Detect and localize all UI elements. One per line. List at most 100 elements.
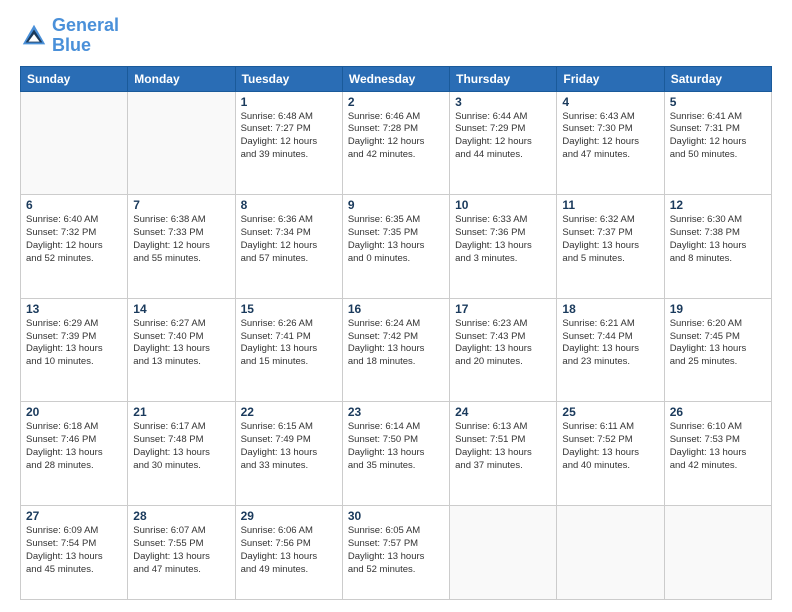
cell-details: Sunrise: 6:10 AM Sunset: 7:53 PM Dayligh… [670,421,766,472]
weekday-header-friday: Friday [557,66,664,91]
weekday-header-monday: Monday [128,66,235,91]
week-row-4: 20 Sunrise: 6:18 AM Sunset: 7:46 PM Dayli… [21,402,772,506]
day-number: 28 [133,509,229,523]
calendar-cell: 28Sunrise: 6:07 AM Sunset: 7:55 PM Dayli… [128,506,235,600]
cell-details: Sunrise: 6:17 AM Sunset: 7:48 PM Dayligh… [133,421,229,472]
cell-details: Sunrise: 6:48 AM Sunset: 7:27 PM Dayligh… [241,111,337,162]
calendar-cell: 23 Sunrise: 6:14 AM Sunset: 7:50 PM Dayli… [342,402,449,506]
day-number: 19 [670,302,766,316]
day-number: 7 [133,198,229,212]
day-number: 26 [670,405,766,419]
cell-details: Sunrise: 6:20 AM Sunset: 7:45 PM Dayligh… [670,318,766,369]
calendar-cell [557,506,664,600]
calendar-cell: 2Sunrise: 6:46 AM Sunset: 7:28 PM Daylig… [342,91,449,195]
week-row-2: 6 Sunrise: 6:40 AM Sunset: 7:32 PM Daylig… [21,195,772,299]
day-number: 9 [348,198,444,212]
day-number: 3 [455,95,551,109]
cell-details: Sunrise: 6:11 AM Sunset: 7:52 PM Dayligh… [562,421,658,472]
day-number: 11 [562,198,658,212]
day-number: 18 [562,302,658,316]
day-number: 10 [455,198,551,212]
calendar: SundayMondayTuesdayWednesdayThursdayFrid… [20,66,772,600]
weekday-header-wednesday: Wednesday [342,66,449,91]
calendar-cell: 4 Sunrise: 6:43 AM Sunset: 7:30 PM Daylig… [557,91,664,195]
calendar-cell: 22 Sunrise: 6:15 AM Sunset: 7:49 PM Dayli… [235,402,342,506]
cell-details: Sunrise: 6:06 AM Sunset: 7:56 PM Dayligh… [241,525,337,576]
cell-details: Sunrise: 6:40 AM Sunset: 7:32 PM Dayligh… [26,214,122,265]
calendar-cell: 1 Sunrise: 6:48 AM Sunset: 7:27 PM Daylig… [235,91,342,195]
calendar-cell: 7Sunrise: 6:38 AM Sunset: 7:33 PM Daylig… [128,195,235,299]
day-number: 5 [670,95,766,109]
cell-details: Sunrise: 6:32 AM Sunset: 7:37 PM Dayligh… [562,214,658,265]
day-number: 17 [455,302,551,316]
cell-details: Sunrise: 6:13 AM Sunset: 7:51 PM Dayligh… [455,421,551,472]
cell-details: Sunrise: 6:26 AM Sunset: 7:41 PM Dayligh… [241,318,337,369]
cell-details: Sunrise: 6:24 AM Sunset: 7:42 PM Dayligh… [348,318,444,369]
day-number: 4 [562,95,658,109]
logo-text: General Blue [52,16,119,56]
calendar-cell: 18 Sunrise: 6:21 AM Sunset: 7:44 PM Dayli… [557,298,664,402]
logo: General Blue [20,16,119,56]
calendar-cell: 29 Sunrise: 6:06 AM Sunset: 7:56 PM Dayli… [235,506,342,600]
calendar-cell [450,506,557,600]
day-number: 14 [133,302,229,316]
cell-details: Sunrise: 6:21 AM Sunset: 7:44 PM Dayligh… [562,318,658,369]
cell-details: Sunrise: 6:44 AM Sunset: 7:29 PM Dayligh… [455,111,551,162]
day-number: 15 [241,302,337,316]
calendar-cell: 10 Sunrise: 6:33 AM Sunset: 7:36 PM Dayli… [450,195,557,299]
calendar-cell: 8 Sunrise: 6:36 AM Sunset: 7:34 PM Daylig… [235,195,342,299]
cell-details: Sunrise: 6:30 AM Sunset: 7:38 PM Dayligh… [670,214,766,265]
cell-details: Sunrise: 6:15 AM Sunset: 7:49 PM Dayligh… [241,421,337,472]
day-number: 2 [348,95,444,109]
week-row-5: 27 Sunrise: 6:09 AM Sunset: 7:54 PM Dayli… [21,506,772,600]
calendar-cell [128,91,235,195]
calendar-cell: 15 Sunrise: 6:26 AM Sunset: 7:41 PM Dayli… [235,298,342,402]
calendar-cell: 26 Sunrise: 6:10 AM Sunset: 7:53 PM Dayli… [664,402,771,506]
weekday-header-tuesday: Tuesday [235,66,342,91]
cell-details: Sunrise: 6:43 AM Sunset: 7:30 PM Dayligh… [562,111,658,162]
day-number: 21 [133,405,229,419]
calendar-cell: 24 Sunrise: 6:13 AM Sunset: 7:51 PM Dayli… [450,402,557,506]
calendar-cell: 9 Sunrise: 6:35 AM Sunset: 7:35 PM Daylig… [342,195,449,299]
calendar-cell [21,91,128,195]
day-number: 29 [241,509,337,523]
cell-details: Sunrise: 6:05 AM Sunset: 7:57 PM Dayligh… [348,525,444,576]
calendar-cell: 14Sunrise: 6:27 AM Sunset: 7:40 PM Dayli… [128,298,235,402]
cell-details: Sunrise: 6:29 AM Sunset: 7:39 PM Dayligh… [26,318,122,369]
cell-details: Sunrise: 6:09 AM Sunset: 7:54 PM Dayligh… [26,525,122,576]
day-number: 23 [348,405,444,419]
calendar-cell: 25 Sunrise: 6:11 AM Sunset: 7:52 PM Dayli… [557,402,664,506]
calendar-cell: 19 Sunrise: 6:20 AM Sunset: 7:45 PM Dayli… [664,298,771,402]
day-number: 1 [241,95,337,109]
weekday-header-row: SundayMondayTuesdayWednesdayThursdayFrid… [21,66,772,91]
cell-details: Sunrise: 6:18 AM Sunset: 7:46 PM Dayligh… [26,421,122,472]
calendar-cell: 30 Sunrise: 6:05 AM Sunset: 7:57 PM Dayli… [342,506,449,600]
cell-details: Sunrise: 6:36 AM Sunset: 7:34 PM Dayligh… [241,214,337,265]
calendar-cell: 6 Sunrise: 6:40 AM Sunset: 7:32 PM Daylig… [21,195,128,299]
cell-details: Sunrise: 6:23 AM Sunset: 7:43 PM Dayligh… [455,318,551,369]
cell-details: Sunrise: 6:14 AM Sunset: 7:50 PM Dayligh… [348,421,444,472]
day-number: 25 [562,405,658,419]
day-number: 8 [241,198,337,212]
cell-details: Sunrise: 6:41 AM Sunset: 7:31 PM Dayligh… [670,111,766,162]
cell-details: Sunrise: 6:33 AM Sunset: 7:36 PM Dayligh… [455,214,551,265]
calendar-cell: 16 Sunrise: 6:24 AM Sunset: 7:42 PM Dayli… [342,298,449,402]
calendar-cell: 3 Sunrise: 6:44 AM Sunset: 7:29 PM Daylig… [450,91,557,195]
day-number: 27 [26,509,122,523]
calendar-cell: 12Sunrise: 6:30 AM Sunset: 7:38 PM Dayli… [664,195,771,299]
calendar-cell: 27 Sunrise: 6:09 AM Sunset: 7:54 PM Dayli… [21,506,128,600]
day-number: 24 [455,405,551,419]
calendar-cell: 17 Sunrise: 6:23 AM Sunset: 7:43 PM Dayli… [450,298,557,402]
day-number: 16 [348,302,444,316]
calendar-cell: 11 Sunrise: 6:32 AM Sunset: 7:37 PM Dayli… [557,195,664,299]
weekday-header-saturday: Saturday [664,66,771,91]
cell-details: Sunrise: 6:35 AM Sunset: 7:35 PM Dayligh… [348,214,444,265]
day-number: 30 [348,509,444,523]
calendar-cell: 5 Sunrise: 6:41 AM Sunset: 7:31 PM Daylig… [664,91,771,195]
day-number: 20 [26,405,122,419]
day-number: 6 [26,198,122,212]
weekday-header-sunday: Sunday [21,66,128,91]
page: General Blue SundayMondayTuesdayWednesda… [0,0,792,612]
day-number: 22 [241,405,337,419]
header: General Blue [20,16,772,56]
